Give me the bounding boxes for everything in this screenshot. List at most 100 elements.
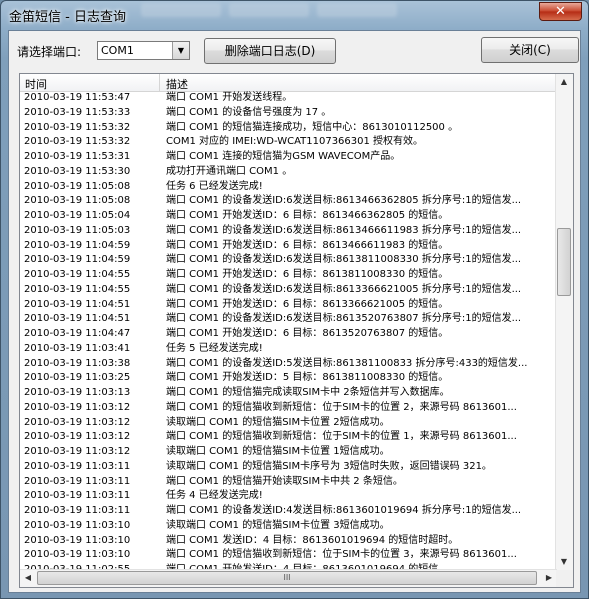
log-description: 端口 COM1 的设备信号强度为 17 。	[166, 106, 332, 118]
log-time: 2010-03-19 11:03:11	[24, 490, 131, 502]
log-description: 读取端口 COM1 的短信猫SIM卡位置 1短信成功。	[166, 446, 390, 457]
port-select[interactable]: COM1 ▼	[97, 41, 190, 60]
log-description: 端口 COM1 连接的短信猫为GSM WAVECOM产品。	[166, 151, 401, 162]
title-bar[interactable]: 金笛短信 - 日志查询 ✕	[1, 1, 588, 29]
log-time: 2010-03-19 11:03:11	[24, 475, 131, 487]
log-row[interactable]: 2010-03-19 11:03:10 端口 COM1 发送ID：4 目标：861…	[20, 534, 558, 549]
log-row[interactable]: 2010-03-19 11:03:13 端口 COM1 的短信猫完成读取SIM卡中…	[20, 386, 558, 401]
log-time: 2010-03-19 11:53:47	[24, 92, 131, 103]
log-description: 读取端口 COM1 的短信猫SIM卡位置 2短信成功。	[166, 416, 390, 428]
log-row[interactable]: 2010-03-19 11:05:03 端口 COM1 的设备发送ID:6发送目标…	[20, 224, 558, 239]
log-description: COM1 对应的 IMEI:WD-WCAT1107366301 授权有效。	[166, 136, 424, 148]
log-list[interactable]: 时间 描述 2010-03-19 11:53:47 端口 COM1 开始发送线程。…	[19, 73, 574, 588]
log-description: 任务 4 已经发送完成!	[166, 490, 263, 502]
log-row[interactable]: 2010-03-19 11:53:47 端口 COM1 开始发送线程。	[20, 91, 558, 106]
log-row[interactable]: 2010-03-19 11:03:11 端口 COM1 的设备发送ID:4发送目标…	[20, 504, 558, 519]
log-description: 端口 COM1 的短信猫开始读取SIM卡中共 2 条短信。	[166, 475, 403, 487]
column-header-time[interactable]: 时间	[25, 76, 47, 92]
log-time: 2010-03-19 11:53:32	[24, 121, 131, 133]
column-header-desc[interactable]: 描述	[166, 76, 188, 92]
log-time: 2010-03-19 11:53:30	[24, 165, 131, 177]
log-description: 端口 COM1 的短信猫连接成功，短信中心：8613010112500 。	[166, 121, 459, 133]
log-time: 2010-03-19 11:04:55	[24, 283, 131, 295]
log-row[interactable]: 2010-03-19 11:05:08 端口 COM1 的设备发送ID:6发送目标…	[20, 194, 558, 209]
log-row[interactable]: 2010-03-19 11:03:25 端口 COM1 开始发送ID：5 目标：8…	[20, 371, 558, 386]
window-title: 金笛短信 - 日志查询	[9, 10, 126, 25]
horizontal-scrollbar[interactable]: ◀ III ▶	[20, 569, 557, 587]
log-time: 2010-03-19 11:04:51	[24, 313, 131, 325]
log-time: 2010-03-19 11:53:33	[24, 106, 131, 118]
scroll-down-icon[interactable]: ▼	[556, 554, 572, 570]
log-description: 端口 COM1 开始发送线程。	[166, 92, 293, 103]
log-row[interactable]: 2010-03-19 11:05:08 任务 6 已经发送完成!	[20, 180, 558, 195]
log-time: 2010-03-19 11:03:38	[24, 357, 131, 369]
log-description: 端口 COM1 开始发送ID：6 目标：8613466362805 的短信。	[166, 210, 449, 221]
horizontal-scroll-thumb[interactable]: III	[37, 571, 537, 585]
log-row[interactable]: 2010-03-19 11:03:12 端口 COM1 的短信猫收到新短信：位于S…	[20, 401, 558, 416]
log-description: 读取端口 COM1 的短信猫SIM卡位置 3短信成功。	[166, 519, 390, 531]
close-button[interactable]: 关闭(C)	[481, 37, 579, 63]
log-description: 端口 COM1 的设备发送ID:6发送目标:8613466611983 拆分序号…	[166, 224, 522, 236]
window-close-button[interactable]: ✕	[539, 2, 582, 21]
chevron-down-icon[interactable]: ▼	[172, 42, 189, 59]
log-row[interactable]: 2010-03-19 11:53:30 成功打开通讯端口 COM1 。	[20, 165, 558, 180]
log-time: 2010-03-19 11:05:03	[24, 224, 131, 236]
log-row[interactable]: 2010-03-19 11:03:41 任务 5 已经发送完成!	[20, 342, 558, 357]
log-description: 端口 COM1 开始发送ID：6 目标：8613811008330 的短信。	[166, 269, 449, 280]
log-row[interactable]: 2010-03-19 11:03:10 读取端口 COM1 的短信猫SIM卡位置 …	[20, 519, 558, 534]
log-time: 2010-03-19 11:03:10	[24, 519, 131, 531]
log-row[interactable]: 2010-03-19 11:53:32 COM1 对应的 IMEI:WD-WCAT…	[20, 135, 558, 150]
log-row[interactable]: 2010-03-19 11:03:11 端口 COM1 的短信猫开始读取SIM卡中…	[20, 475, 558, 490]
vertical-scrollbar[interactable]: ▲ ▼	[555, 74, 573, 570]
log-row[interactable]: 2010-03-19 11:03:12 读取端口 COM1 的短信猫SIM卡位置 …	[20, 445, 558, 460]
column-divider[interactable]	[159, 74, 160, 91]
log-rows: 2010-03-19 11:53:47 端口 COM1 开始发送线程。 2010-0…	[20, 91, 558, 569]
list-header: 时间 描述	[20, 74, 558, 92]
log-row[interactable]: 2010-03-19 11:53:33 端口 COM1 的设备信号强度为 17 。	[20, 106, 558, 121]
log-row[interactable]: 2010-03-19 11:04:59 端口 COM1 开始发送ID：6 目标：8…	[20, 239, 558, 254]
log-description: 端口 COM1 的设备发送ID:6发送目标:8613366621005 拆分序号…	[166, 283, 522, 295]
log-description: 端口 COM1 开始发送ID：6 目标：8613366621005 的短信。	[166, 298, 449, 310]
scroll-up-icon[interactable]: ▲	[556, 74, 572, 90]
client-area: 请选择端口: COM1 ▼ 删除端口日志(D) 关闭(C) 时间 描述 2010…	[8, 30, 581, 593]
vertical-scroll-thumb[interactable]	[557, 228, 571, 296]
log-description: 端口 COM1 的短信猫收到新短信：位于SIM卡的位置 1，来源号码 86136…	[166, 431, 517, 443]
log-row[interactable]: 2010-03-19 11:03:11 任务 4 已经发送完成!	[20, 489, 558, 504]
log-time: 2010-03-19 11:05:04	[24, 210, 131, 221]
scroll-right-icon[interactable]: ▶	[541, 570, 557, 586]
log-row[interactable]: 2010-03-19 11:03:11 读取端口 COM1 的短信猫SIM卡序号为…	[20, 460, 558, 475]
log-row[interactable]: 2010-03-19 11:04:47 端口 COM1 开始发送ID：6 目标：8…	[20, 327, 558, 342]
log-row[interactable]: 2010-03-19 11:04:51 端口 COM1 开始发送ID：6 目标：8…	[20, 298, 558, 313]
log-time: 2010-03-19 11:53:31	[24, 151, 131, 162]
log-row[interactable]: 2010-03-19 11:04:59 端口 COM1 的设备发送ID:6发送目标…	[20, 253, 558, 268]
log-row[interactable]: 2010-03-19 11:03:38 端口 COM1 的设备发送ID:5发送目标…	[20, 357, 558, 372]
log-row[interactable]: 2010-03-19 11:03:12 读取端口 COM1 的短信猫SIM卡位置 …	[20, 416, 558, 431]
log-row[interactable]: 2010-03-19 11:53:32 端口 COM1 的短信猫连接成功，短信中心…	[20, 121, 558, 136]
log-row[interactable]: 2010-03-19 11:53:31 端口 COM1 连接的短信猫为GSM WA…	[20, 150, 558, 165]
log-time: 2010-03-19 11:04:51	[24, 298, 131, 310]
log-time: 2010-03-19 11:03:10	[24, 549, 131, 561]
log-time: 2010-03-19 11:04:59	[24, 254, 131, 266]
scroll-left-icon[interactable]: ◀	[20, 570, 36, 586]
log-description: 端口 COM1 的设备发送ID:5发送目标:861381100833 拆分序号:…	[166, 357, 528, 369]
log-row[interactable]: 2010-03-19 11:03:12 端口 COM1 的短信猫收到新短信：位于S…	[20, 430, 558, 445]
background-tabs	[141, 3, 421, 23]
log-description: 端口 COM1 的设备发送ID:4发送目标:8613601019694 拆分序号…	[166, 505, 522, 516]
scroll-corner	[556, 570, 573, 587]
delete-port-log-button[interactable]: 删除端口日志(D)	[204, 38, 336, 64]
log-description: 任务 5 已经发送完成!	[166, 342, 263, 354]
log-row[interactable]: 2010-03-19 11:04:51 端口 COM1 的设备发送ID:6发送目标…	[20, 312, 558, 327]
log-row[interactable]: 2010-03-19 11:05:04 端口 COM1 开始发送ID：6 目标：8…	[20, 209, 558, 224]
log-description: 端口 COM1 发送ID：4 目标：8613601019694 的短信时超时。	[166, 534, 459, 546]
log-row[interactable]: 2010-03-19 11:04:55 端口 COM1 开始发送ID：6 目标：8…	[20, 268, 558, 283]
log-description: 任务 6 已经发送完成!	[166, 180, 263, 192]
log-time: 2010-03-19 11:03:25	[24, 372, 131, 384]
log-description: 端口 COM1 开始发送ID：6 目标：8613466611983 的短信。	[166, 239, 449, 251]
log-query-window: 金笛短信 - 日志查询 ✕ 请选择端口: COM1 ▼ 删除端口日志(D) 关闭…	[0, 0, 589, 599]
log-time: 2010-03-19 11:03:11	[24, 505, 131, 516]
log-row[interactable]: 2010-03-19 11:04:55 端口 COM1 的设备发送ID:6发送目标…	[20, 283, 558, 298]
log-row[interactable]: 2010-03-19 11:03:10 端口 COM1 的短信猫收到新短信：位于S…	[20, 548, 558, 563]
port-select-value: COM1	[101, 44, 134, 57]
log-description: 端口 COM1 开始发送ID：6 目标：8613520763807 的短信。	[166, 328, 449, 339]
log-description: 端口 COM1 开始发送ID：5 目标：8613811008330 的短信。	[166, 372, 449, 384]
